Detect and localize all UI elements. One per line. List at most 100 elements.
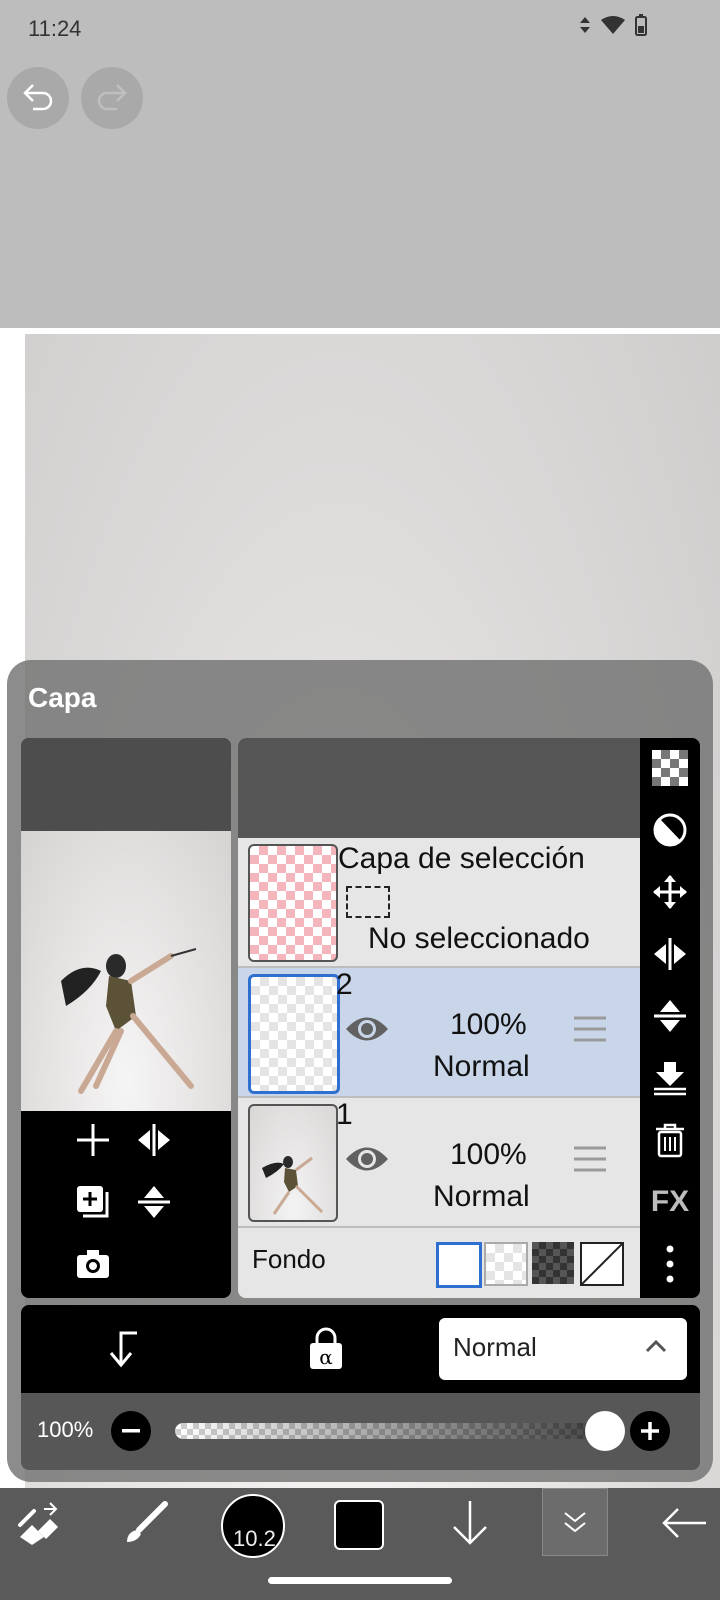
chevron-up-icon xyxy=(645,1338,667,1359)
brush-tool-button[interactable] xyxy=(118,1488,174,1558)
circle-slash-icon xyxy=(653,813,687,847)
undo-icon xyxy=(21,81,55,116)
layer-name-2: 2 xyxy=(336,968,353,1001)
brush-size-button[interactable]: 10.2 xyxy=(221,1494,285,1558)
panel-title: Capa xyxy=(28,682,97,713)
flip-vertical-icon xyxy=(654,1000,686,1032)
blend-mode-value: Normal xyxy=(453,1332,537,1362)
layer-tools-column: FX xyxy=(640,738,700,1298)
delete-layer-button[interactable] xyxy=(640,1112,700,1168)
duplicate-layer-button[interactable] xyxy=(71,1180,115,1224)
opacity-decrease-button[interactable] xyxy=(111,1411,151,1451)
background-white-swatch[interactable] xyxy=(436,1242,482,1288)
move-icon xyxy=(653,875,687,909)
layer-down-button[interactable] xyxy=(442,1488,498,1558)
selection-layer-thumbnail xyxy=(248,844,338,962)
none-slash-icon xyxy=(581,1243,623,1285)
status-time: 11:24 xyxy=(28,16,82,41)
flip-layer-vertical-button[interactable] xyxy=(640,988,700,1044)
redo-button[interactable] xyxy=(81,67,143,129)
flip-horizontal-icon xyxy=(138,1124,170,1156)
fx-button[interactable]: FX xyxy=(640,1174,700,1230)
redo-icon xyxy=(95,81,129,116)
figure-illustration xyxy=(61,948,197,1094)
swap-tool-button[interactable] xyxy=(10,1488,66,1558)
layer-blend-2: Normal xyxy=(433,1050,530,1083)
background-dark-swatch[interactable] xyxy=(532,1242,574,1284)
battery-icon xyxy=(634,14,648,41)
flip-horizontal-icon xyxy=(654,938,686,970)
layer-row-1[interactable]: 1 100% Normal xyxy=(238,1098,640,1228)
opacity-slider-thumb[interactable] xyxy=(585,1411,625,1451)
selection-layer-status: No seleccionado xyxy=(368,922,590,955)
transparency-lock-button[interactable] xyxy=(640,740,700,796)
layer-list-top xyxy=(238,738,640,838)
merge-down-icon xyxy=(654,1062,686,1096)
arrow-down-icon xyxy=(453,1501,487,1545)
wifi-icon xyxy=(600,15,626,40)
layer-opacity-1: 100% xyxy=(450,1138,527,1171)
preview-top-area xyxy=(21,738,231,831)
drag-handle-icon xyxy=(574,1016,606,1042)
plus-icon xyxy=(641,1422,659,1440)
minus-icon xyxy=(122,1429,140,1433)
camera-button[interactable] xyxy=(71,1242,115,1286)
svg-text:α: α xyxy=(319,1345,333,1369)
collapse-panel-button[interactable] xyxy=(542,1488,608,1556)
merge-down-button[interactable] xyxy=(640,1050,700,1106)
layer-row-2[interactable]: 2 100% Normal xyxy=(238,968,640,1098)
blend-mode-select[interactable]: Normal xyxy=(439,1318,687,1380)
layer-thumbnail-2 xyxy=(248,974,340,1094)
layer-thumbnail-1 xyxy=(248,1104,338,1222)
alpha-lock-button[interactable]: α xyxy=(307,1327,345,1376)
add-layer-button[interactable] xyxy=(71,1118,115,1162)
return-arrow-icon xyxy=(109,1331,137,1368)
eye-icon xyxy=(346,1017,388,1041)
back-button[interactable] xyxy=(656,1488,712,1558)
trash-icon xyxy=(656,1123,684,1158)
preview-image xyxy=(21,831,231,1111)
layer-name-1: 1 xyxy=(336,1098,353,1131)
layer-blend-1: Normal xyxy=(433,1180,530,1213)
flip-layer-horizontal-button[interactable] xyxy=(640,926,700,982)
layer-list: Capa de selección No seleccionado 2 100%… xyxy=(238,738,640,1298)
more-vertical-icon xyxy=(666,1245,674,1283)
flip-horizontal-button[interactable] xyxy=(132,1118,176,1162)
figure-thumbnail-icon xyxy=(262,1156,324,1215)
undo-button[interactable] xyxy=(7,67,69,129)
background-row: Fondo xyxy=(238,1228,640,1298)
more-options-button[interactable] xyxy=(640,1236,700,1292)
duplicate-icon xyxy=(77,1186,109,1218)
arrow-left-icon xyxy=(662,1508,706,1538)
opacity-increase-button[interactable] xyxy=(630,1411,670,1451)
layer-visibility-button-2[interactable] xyxy=(344,1012,390,1051)
clipping-button[interactable] xyxy=(640,802,700,858)
move-button[interactable] xyxy=(640,864,700,920)
eye-icon xyxy=(346,1147,388,1171)
camera-icon xyxy=(77,1250,109,1278)
flip-vertical-button[interactable] xyxy=(132,1180,176,1224)
drag-handle-icon xyxy=(574,1146,606,1172)
layer-preview xyxy=(21,738,231,1298)
brush-size-value: 10.2 xyxy=(233,1526,276,1551)
background-none-swatch[interactable] xyxy=(580,1242,624,1286)
opacity-slider-track[interactable] xyxy=(175,1423,615,1439)
background-label: Fondo xyxy=(252,1244,326,1274)
selection-layer-row[interactable]: Capa de selección No seleccionado xyxy=(238,838,640,968)
layer-drag-handle-2[interactable] xyxy=(574,1014,606,1049)
clip-down-button[interactable] xyxy=(105,1329,141,1374)
status-icons xyxy=(578,14,648,41)
checker-icon xyxy=(652,750,688,786)
selection-layer-name: Capa de selección xyxy=(338,842,585,875)
background-transparent-swatch[interactable] xyxy=(484,1242,528,1286)
brush-eraser-swap-icon xyxy=(18,1502,58,1545)
flip-vertical-icon xyxy=(138,1186,170,1218)
layer-opacity-2: 100% xyxy=(450,1008,527,1041)
color-picker-button[interactable] xyxy=(334,1500,384,1550)
layer-drag-handle-1[interactable] xyxy=(574,1144,606,1179)
home-indicator[interactable] xyxy=(268,1577,452,1584)
signal-icon xyxy=(578,15,592,40)
alpha-lock-icon: α xyxy=(310,1327,342,1369)
opacity-value: 100% xyxy=(37,1417,94,1442)
layer-visibility-button-1[interactable] xyxy=(344,1142,390,1181)
